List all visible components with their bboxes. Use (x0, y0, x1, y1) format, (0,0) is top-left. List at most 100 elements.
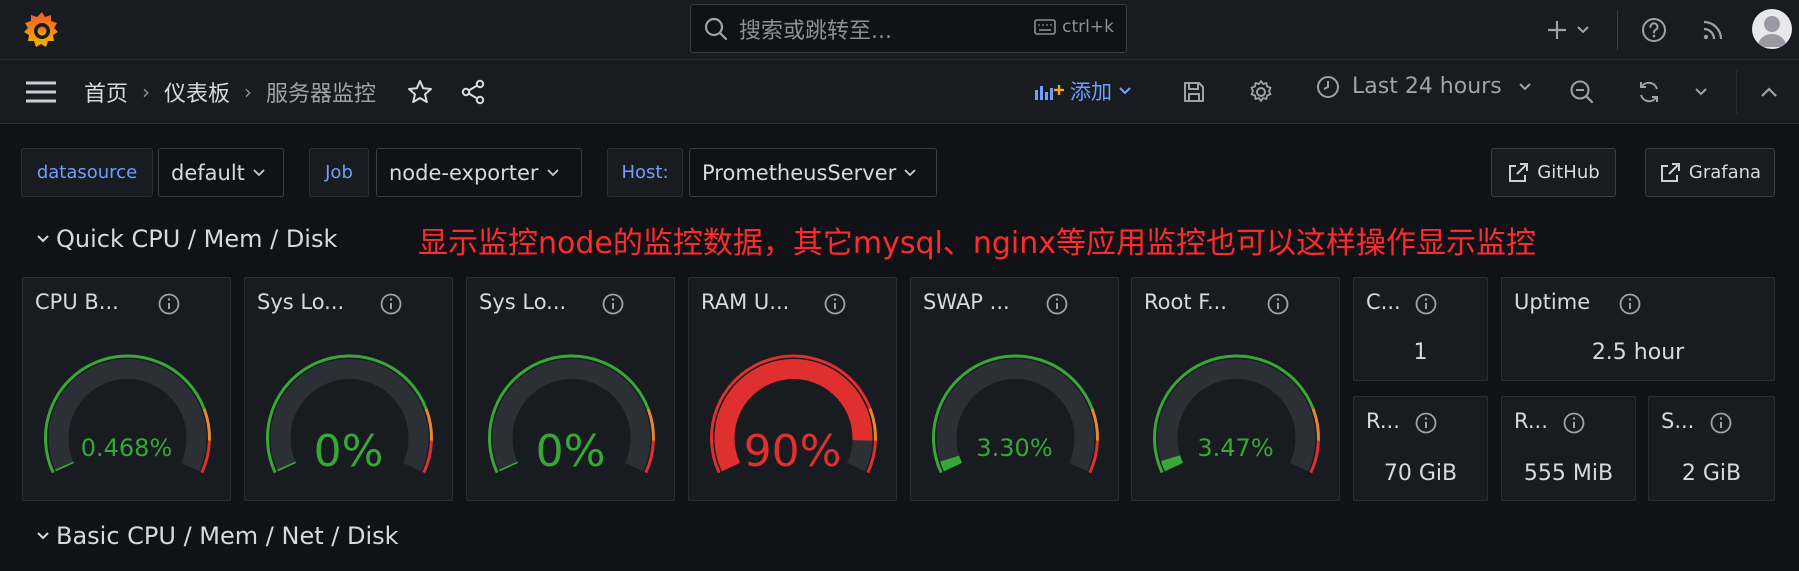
stat-panel[interactable]: Uptime 2.5 hour (1501, 277, 1775, 381)
info-icon[interactable] (1618, 292, 1642, 316)
refresh-button[interactable] (1632, 75, 1666, 109)
gauge-panel[interactable]: SWAP ... 3.30% (910, 277, 1119, 501)
gauge-value-arc (55, 461, 75, 472)
info-icon[interactable] (157, 292, 181, 316)
breadcrumb-current: 服务器监控 (266, 82, 377, 107)
chevron-down-icon (37, 532, 49, 540)
gauge-title: Sys Lo... (257, 290, 345, 314)
gear-icon (1250, 80, 1272, 102)
external-link-icon (1509, 162, 1529, 182)
user-avatar[interactable] (1752, 9, 1792, 49)
menu-icon[interactable] (24, 78, 58, 106)
new-button[interactable] (1540, 13, 1574, 47)
info-icon[interactable] (823, 292, 847, 316)
top-bar: 搜索或跳转至... ctrl+k (0, 0, 1799, 60)
search-shortcut: ctrl+k (1034, 17, 1114, 37)
stat-title: R... (1514, 409, 1548, 433)
github-link[interactable]: GitHub (1491, 148, 1616, 197)
news-button[interactable] (1696, 13, 1730, 47)
variable-select-host[interactable]: PrometheusServer (689, 148, 937, 197)
info-icon[interactable] (1266, 292, 1290, 316)
search-box[interactable]: 搜索或跳转至... ctrl+k (690, 4, 1127, 53)
info-icon[interactable] (1562, 411, 1586, 435)
stat-panel[interactable]: R... 70 GiB (1353, 396, 1488, 501)
stat-panel[interactable]: R... 555 MiB (1501, 396, 1636, 501)
search-placeholder: 搜索或跳转至... (739, 18, 892, 44)
zoom-out-button[interactable] (1565, 75, 1599, 109)
chevron-down-icon (1695, 88, 1707, 96)
info-icon[interactable] (601, 292, 625, 316)
plus-icon (1548, 21, 1566, 39)
chevron-down-icon (253, 168, 265, 176)
dashboard-nav-bar: 首页 › 仪表板 › 服务器监控 添加 Last 24 hours (0, 60, 1799, 124)
gauge-value: 0% (535, 426, 606, 477)
add-panel-icon (1035, 85, 1064, 100)
info-icon[interactable] (379, 292, 403, 316)
add-button[interactable]: 添加 (1034, 76, 1138, 106)
info-icon[interactable] (1045, 292, 1069, 316)
gauge-value: 3.30% (976, 434, 1053, 462)
row-basic-cpu-mem-net-disk[interactable]: Basic CPU / Mem / Net / Disk (36, 522, 399, 550)
save-button[interactable] (1177, 75, 1211, 109)
rss-icon (1703, 20, 1723, 40)
stat-title: Uptime (1514, 290, 1591, 314)
refresh-interval-chevron[interactable] (1686, 75, 1716, 109)
help-button[interactable] (1637, 13, 1671, 47)
share-button[interactable] (456, 75, 490, 109)
breadcrumb-home[interactable]: 首页 (84, 76, 128, 108)
stat-panel[interactable]: S... 2 GiB (1648, 396, 1775, 501)
stat-title: R... (1366, 409, 1400, 433)
row-quick-cpu-mem-disk[interactable]: Quick CPU / Mem / Disk (36, 225, 337, 253)
variable-label-datasource: datasource (21, 148, 153, 197)
share-icon (461, 79, 485, 105)
breadcrumb: 首页 › 仪表板 › 服务器监控 (84, 76, 376, 108)
stat-title: C... (1366, 290, 1401, 314)
gauge-panel[interactable]: RAM U... 90% (688, 277, 897, 501)
gauge-panel[interactable]: Root F... 3.47% (1131, 277, 1340, 501)
stat-value: 555 MiB (1523, 461, 1614, 486)
new-menu-chevron[interactable] (1570, 13, 1596, 47)
settings-button[interactable] (1244, 75, 1278, 109)
gauge-panel[interactable]: Sys Lo... 0% (244, 277, 453, 501)
chevron-down-icon (904, 168, 916, 176)
variable-label-host: Host: (607, 148, 683, 197)
gauge-title: SWAP ... (923, 290, 1010, 314)
stat-value: 2.5 hour (1591, 340, 1685, 365)
zoom-out-icon (1570, 80, 1594, 104)
info-icon[interactable] (1414, 411, 1438, 435)
gauge-panel[interactable]: Sys Lo... 0% (466, 277, 675, 501)
search-icon (704, 17, 728, 40)
add-button-label: 添加 (1070, 80, 1112, 104)
breadcrumb-dashboards[interactable]: 仪表板 (164, 76, 230, 108)
gauge-panel[interactable]: CPU B... 0.468% (22, 277, 231, 501)
gauge-value: 0.468% (80, 434, 173, 462)
chevron-down-icon (1518, 82, 1531, 90)
stat-value: 70 GiB (1383, 461, 1458, 486)
variable-label-job: Job (309, 148, 369, 197)
gauge-title: Root F... (1144, 290, 1227, 314)
info-icon[interactable] (1414, 292, 1438, 316)
gauge-title: CPU B... (35, 290, 119, 314)
stat-panel[interactable]: C... 1 (1353, 277, 1488, 381)
nav-divider (1736, 70, 1737, 114)
grafana-logo[interactable] (20, 8, 64, 52)
info-icon[interactable] (1709, 411, 1733, 435)
time-range-label: Last 24 hours (1352, 74, 1502, 99)
gauge-value: 3.47% (1197, 434, 1274, 462)
keyboard-icon (1034, 19, 1056, 35)
gauge-value: 0% (313, 426, 384, 477)
chevron-down-icon (546, 168, 559, 176)
topbar-divider (1617, 10, 1618, 50)
clock-icon (1317, 75, 1339, 98)
grafana-link[interactable]: Grafana (1645, 148, 1775, 197)
star-button[interactable] (403, 75, 437, 109)
variable-select-datasource[interactable]: default (158, 148, 284, 197)
time-range-picker[interactable]: Last 24 hours (1316, 74, 1544, 99)
collapse-nav-button[interactable] (1752, 75, 1786, 109)
stat-value: 2 GiB (1681, 461, 1742, 486)
star-icon (408, 80, 432, 103)
variable-select-job[interactable]: node-exporter (376, 148, 582, 197)
gauge-title: Sys Lo... (479, 290, 567, 314)
user-icon (1757, 16, 1787, 47)
breadcrumb-separator: › (142, 80, 151, 104)
